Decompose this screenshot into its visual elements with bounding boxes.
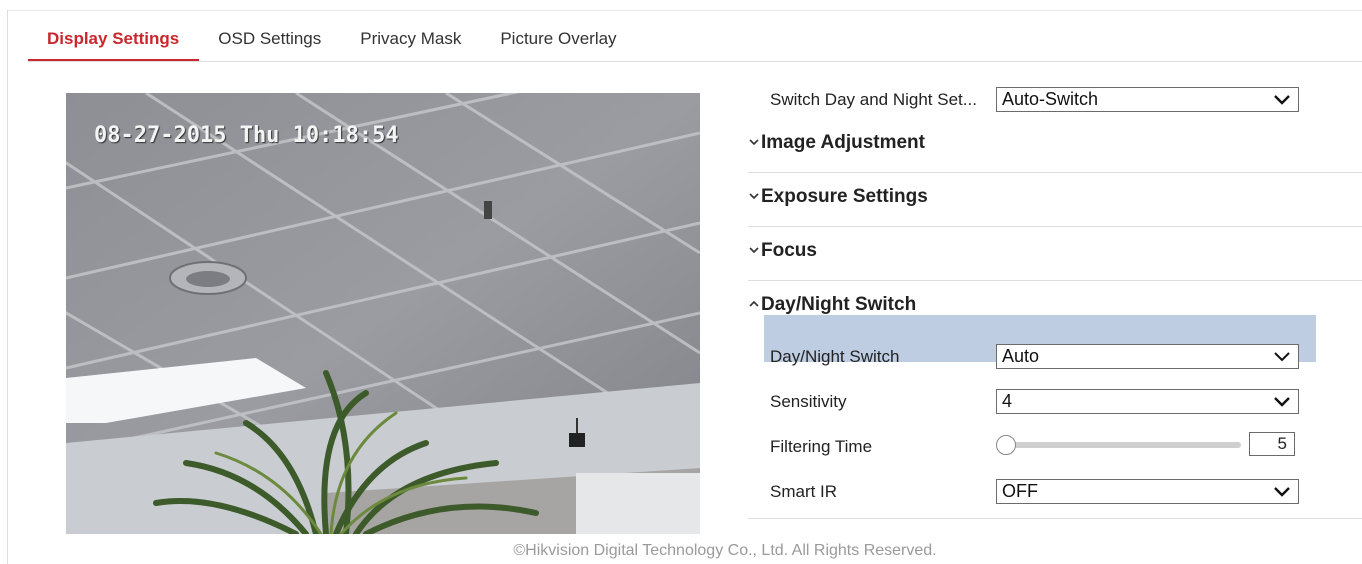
smart-ir-label: Smart IR xyxy=(770,482,838,501)
frame-left-border xyxy=(7,10,8,564)
chevron-down-icon xyxy=(749,139,759,146)
chevron-down-icon xyxy=(749,247,759,254)
section-image-adjustment[interactable]: Image Adjustment xyxy=(748,119,1362,173)
section-title-day-night-switch: Day/Night Switch xyxy=(761,294,917,315)
frame-top-border xyxy=(7,10,1362,11)
tab-display-settings[interactable]: Display Settings xyxy=(28,20,200,62)
chevron-down-icon xyxy=(1274,487,1290,497)
chevron-down-icon xyxy=(1274,352,1290,362)
smart-ir-value: OFF xyxy=(1002,481,1038,501)
tab-bar: Display Settings OSD Settings Privacy Ma… xyxy=(28,20,637,62)
section-exposure-settings[interactable]: Exposure Settings xyxy=(748,173,1362,227)
filtering-time-slider-handle[interactable] xyxy=(996,435,1016,455)
chevron-down-icon xyxy=(1274,95,1290,105)
section-title-focus: Focus xyxy=(761,240,817,261)
sensitivity-value: 4 xyxy=(1002,391,1013,411)
switch-day-night-label: Switch Day and Night Set... xyxy=(770,90,977,109)
tab-divider xyxy=(28,61,1362,62)
day-night-mode-select[interactable]: Auto xyxy=(996,344,1299,369)
tab-picture-overlay[interactable]: Picture Overlay xyxy=(481,20,636,62)
chevron-up-icon xyxy=(749,300,759,307)
section-focus[interactable]: Focus xyxy=(748,227,1362,281)
section-title-image-adjustment: Image Adjustment xyxy=(761,132,925,153)
camera-image xyxy=(66,93,700,534)
osd-timestamp: 08-27-2015 Thu 10:18:54 xyxy=(94,123,399,148)
tab-privacy-mask[interactable]: Privacy Mask xyxy=(341,20,481,62)
filtering-time-input[interactable]: 5 xyxy=(1249,432,1295,456)
copyright-footer: ©Hikvision Digital Technology Co., Ltd. … xyxy=(513,542,937,559)
live-view: 08-27-2015 Thu 10:18:54 xyxy=(66,93,700,534)
sensitivity-select[interactable]: 4 xyxy=(996,389,1299,414)
day-night-mode-label: Day/Night Switch xyxy=(770,347,900,366)
tab-osd-settings[interactable]: OSD Settings xyxy=(199,20,341,62)
switch-day-night-select[interactable]: Auto-Switch xyxy=(996,87,1299,112)
switch-day-night-value: Auto-Switch xyxy=(1002,89,1099,109)
filtering-time-slider[interactable] xyxy=(1010,442,1241,448)
chevron-down-icon xyxy=(1274,397,1290,407)
smart-ir-select[interactable]: OFF xyxy=(996,479,1299,504)
chevron-down-icon xyxy=(749,193,759,200)
section-title-exposure-settings: Exposure Settings xyxy=(761,186,928,207)
filtering-time-label: Filtering Time xyxy=(770,437,873,456)
day-night-mode-value: Auto xyxy=(1002,346,1040,366)
sensitivity-label: Sensitivity xyxy=(770,392,847,411)
